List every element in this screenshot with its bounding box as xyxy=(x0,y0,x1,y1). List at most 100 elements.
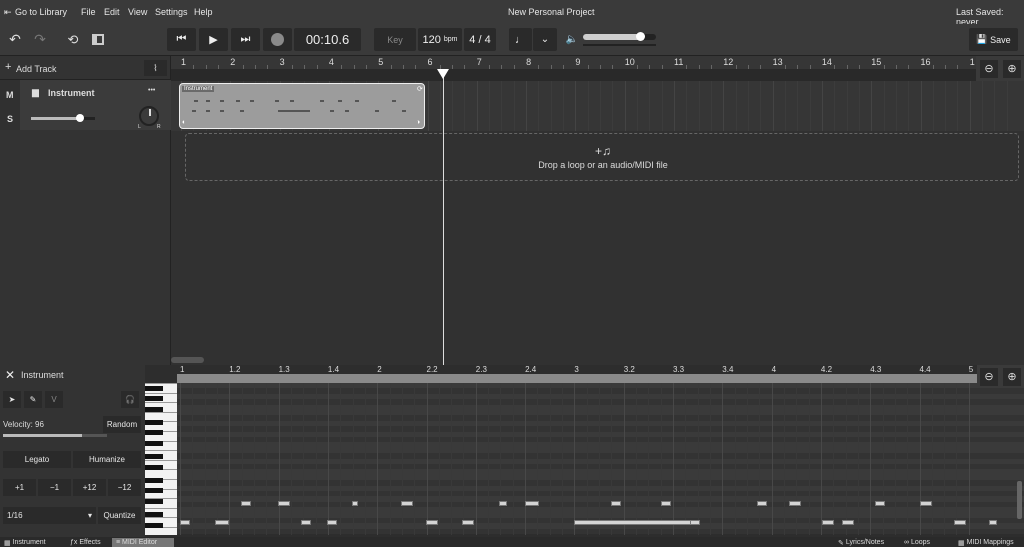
track-name[interactable]: Instrument xyxy=(48,88,95,98)
white-key[interactable] xyxy=(145,459,177,461)
white-key[interactable] xyxy=(145,517,177,519)
track-lane[interactable]: Instrument ⟳ ◐ ◑ xyxy=(171,81,1024,131)
black-key[interactable] xyxy=(145,407,163,412)
menu-settings[interactable]: Settings xyxy=(155,7,188,17)
black-key[interactable] xyxy=(145,523,163,528)
black-key[interactable] xyxy=(145,396,163,401)
transpose-up-1-button[interactable]: +1 xyxy=(3,479,36,496)
midi-note[interactable] xyxy=(352,501,358,506)
transpose-down-12-button[interactable]: −12 xyxy=(108,479,141,496)
play-button[interactable]: ▶ xyxy=(199,28,228,51)
white-key[interactable] xyxy=(145,507,177,509)
humanize-button[interactable]: Humanize xyxy=(73,451,141,468)
time-signature-field[interactable]: 4 / 4 xyxy=(464,28,496,51)
transpose-up-12-button[interactable]: +12 xyxy=(73,479,106,496)
pan-knob[interactable] xyxy=(139,106,159,126)
midi-note[interactable] xyxy=(789,501,801,506)
tab-lyrics-notes[interactable]: ✎ Lyrics/Notes xyxy=(834,538,900,547)
menu-file[interactable]: File xyxy=(81,7,96,17)
black-key[interactable] xyxy=(145,465,163,470)
close-icon[interactable]: ✕ xyxy=(5,368,15,382)
black-key[interactable] xyxy=(145,386,163,391)
loop-icon[interactable]: ⟲ xyxy=(63,28,83,51)
bpm-field[interactable]: 120 bpm xyxy=(418,28,462,51)
tab-midi-editor[interactable]: ≡ MIDI Editor xyxy=(112,538,174,547)
midi-note[interactable] xyxy=(822,520,834,525)
add-track-button[interactable]: Add Track xyxy=(16,64,57,74)
midi-note[interactable] xyxy=(661,501,671,506)
velocity-tool-button[interactable]: V xyxy=(45,391,63,408)
master-volume-knob[interactable] xyxy=(635,32,645,41)
menu-view[interactable]: View xyxy=(128,7,147,17)
black-key[interactable] xyxy=(145,488,163,493)
midi-note[interactable] xyxy=(757,501,767,506)
split-view-icon[interactable] xyxy=(88,28,108,51)
menu-edit[interactable]: Edit xyxy=(104,7,120,17)
midi-note[interactable] xyxy=(842,520,854,525)
tab-loops[interactable]: ∞ Loops xyxy=(900,538,954,547)
piano-roll[interactable]: 1 1.2 1.3 1.4 2 2.2 2.3 2.4 3 3.2 3.3 3.4 4 4.2 4.3 4.4… xyxy=(177,365,1024,547)
solo-button[interactable]: S xyxy=(7,114,13,124)
midi-note[interactable] xyxy=(920,501,932,506)
skip-back-button[interactable]: ⏮ xyxy=(167,28,196,51)
playhead[interactable] xyxy=(437,69,450,365)
pencil-tool-button[interactable]: ✎ xyxy=(24,391,42,408)
key-button[interactable]: Key xyxy=(374,28,416,51)
midi-note[interactable] xyxy=(180,520,190,525)
midi-note[interactable] xyxy=(875,501,885,506)
midi-note[interactable] xyxy=(525,501,539,506)
quantize-button[interactable]: Quantize xyxy=(98,507,141,524)
editor-zoom-in-icon[interactable]: ⊕ xyxy=(1003,368,1021,386)
midi-clip[interactable]: Instrument ⟳ ◐ ◑ xyxy=(179,83,425,129)
white-key[interactable] xyxy=(145,402,177,404)
black-key[interactable] xyxy=(145,420,163,425)
vertical-scrollbar[interactable] xyxy=(1017,481,1022,519)
legato-button[interactable]: Legato xyxy=(3,451,71,468)
white-key[interactable] xyxy=(145,383,177,384)
pointer-tool-button[interactable]: ➤ xyxy=(3,391,21,408)
metronome-options-button[interactable]: ⌄ xyxy=(533,28,557,51)
white-key[interactable] xyxy=(145,392,177,394)
midi-note[interactable] xyxy=(327,520,337,525)
redo-icon[interactable]: ↷ xyxy=(30,28,50,51)
preview-notes-button[interactable]: 🎧 xyxy=(121,391,139,408)
black-key[interactable] xyxy=(145,512,163,517)
editor-zoom-out-icon[interactable]: ⊖ xyxy=(980,368,998,386)
drop-zone[interactable]: +♫ Drop a loop or an audio/MIDI file xyxy=(185,133,1019,181)
save-button[interactable]: 💾 Save xyxy=(969,28,1018,51)
undo-icon[interactable]: ↶ xyxy=(5,28,25,51)
automation-button[interactable]: ⌇ xyxy=(144,60,167,76)
midi-note[interactable] xyxy=(401,501,413,506)
piano-keyboard[interactable] xyxy=(145,383,177,535)
black-key[interactable] xyxy=(145,499,163,504)
metronome-button[interactable]: ♩ xyxy=(509,28,532,51)
black-key[interactable] xyxy=(145,454,163,459)
midi-note[interactable] xyxy=(989,520,997,525)
tab-instrument[interactable]: ▦ Instrument xyxy=(0,538,66,547)
project-title[interactable]: New Personal Project xyxy=(508,7,595,17)
track-volume-knob[interactable] xyxy=(76,114,85,122)
add-icon[interactable]: + xyxy=(5,61,11,73)
random-velocity-button[interactable]: Random xyxy=(103,416,141,433)
midi-note[interactable] xyxy=(301,520,311,525)
midi-note[interactable] xyxy=(426,520,438,525)
midi-note[interactable] xyxy=(690,520,700,525)
zoom-out-icon[interactable]: ⊖ xyxy=(980,60,998,78)
midi-note[interactable] xyxy=(278,501,290,506)
skip-forward-button[interactable]: ⏭ xyxy=(231,28,260,51)
tab-midi-mappings[interactable]: ▦ MIDI Mappings xyxy=(954,538,1024,547)
mute-button[interactable]: M xyxy=(6,90,14,100)
midi-note[interactable] xyxy=(215,520,229,525)
white-key[interactable] xyxy=(145,450,177,452)
timeline-ruler[interactable]: 1 2 3 4 5 6 7 8 9 10 11 12 13 14 15 16 1 xyxy=(171,56,1024,69)
horizontal-scrollbar[interactable] xyxy=(171,357,204,363)
black-key[interactable] xyxy=(145,430,163,435)
velocity-slider[interactable] xyxy=(3,434,107,437)
midi-note[interactable] xyxy=(499,501,507,506)
master-volume-slider[interactable] xyxy=(583,32,656,41)
midi-note[interactable] xyxy=(954,520,966,525)
menu-help[interactable]: Help xyxy=(194,7,213,17)
zoom-in-icon[interactable]: ⊕ xyxy=(1003,60,1021,78)
midi-note[interactable] xyxy=(611,501,621,506)
midi-note[interactable] xyxy=(574,520,692,525)
